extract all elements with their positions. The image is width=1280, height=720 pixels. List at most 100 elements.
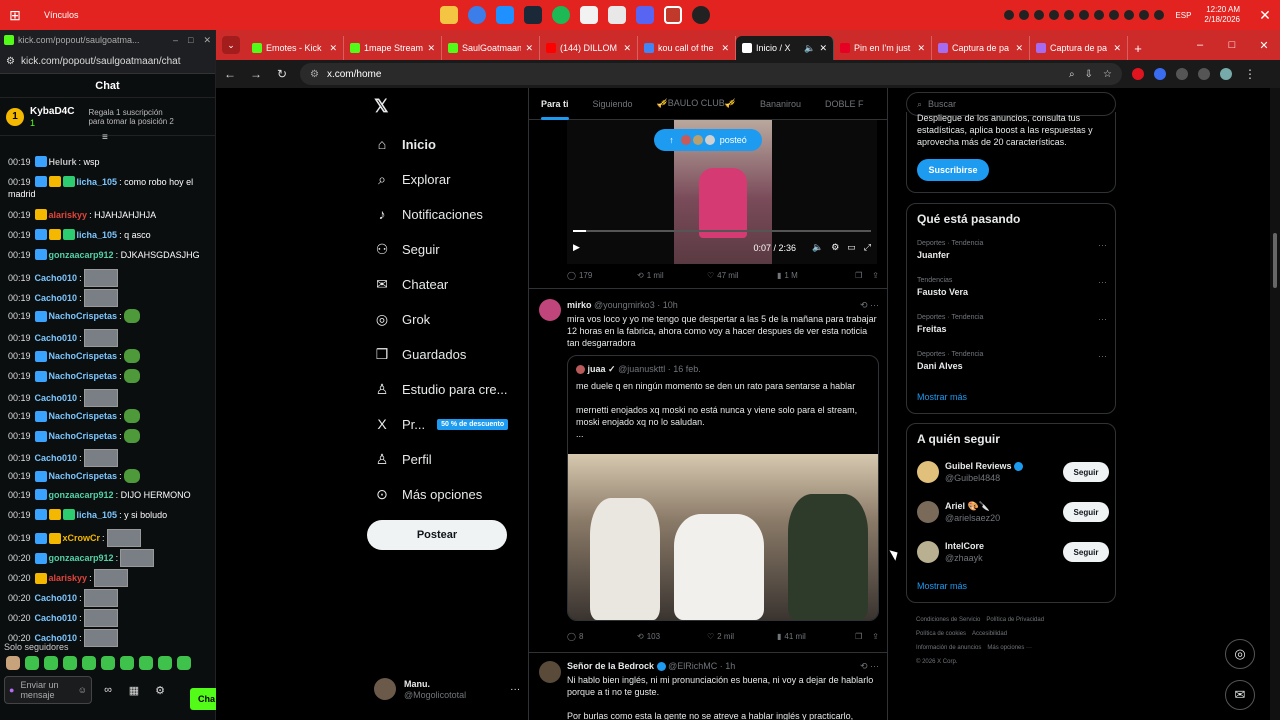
message-username[interactable]: licha_105: [77, 510, 118, 520]
trend-item[interactable]: Deportes · Tendencia Dani Alves ···: [917, 351, 1109, 371]
message-username[interactable]: NachoCrispetas: [49, 431, 118, 441]
subscribe-button[interactable]: Suscribirse: [917, 159, 989, 181]
extension-icon[interactable]: [1154, 68, 1166, 80]
post-author[interactable]: mirko: [567, 300, 592, 310]
message-username[interactable]: gonzaacarp912: [49, 250, 114, 260]
tray-app-icon[interactable]: [1109, 10, 1120, 20]
maximize-icon[interactable]: □: [188, 35, 193, 46]
nav-item-bell[interactable]: ♪ Notificaciones: [374, 206, 483, 222]
views-button[interactable]: ▮ 41 mil: [777, 632, 847, 641]
more-icon[interactable]: ⟲ ···: [860, 661, 879, 672]
emote-icon[interactable]: [158, 656, 172, 670]
account-switcher[interactable]: Manu. @Mogolicototal ···: [374, 678, 520, 700]
message-username[interactable]: Cacho010: [35, 273, 78, 283]
fullscreen-icon[interactable]: ⤢: [864, 242, 871, 253]
browser-tab[interactable]: Pin en I'm just ✕: [834, 36, 932, 60]
nav-item-x-logo[interactable]: X Pr... 50 % de descuento: [374, 416, 509, 432]
chrome-red-icon[interactable]: [664, 6, 682, 24]
emote-menu-icon[interactable]: ∞: [98, 680, 118, 700]
close-icon[interactable]: ✕: [1248, 30, 1280, 60]
message-username[interactable]: xCrowCr: [63, 533, 101, 543]
message-username[interactable]: alariskyy: [49, 573, 88, 583]
footer-link[interactable]: Accesibilidad: [972, 631, 1007, 637]
chat-send-button[interactable]: Cha: [190, 688, 216, 710]
footer-link[interactable]: Política de cookies: [916, 631, 966, 637]
back-icon[interactable]: ←: [222, 67, 238, 81]
more-icon[interactable]: ···: [510, 684, 520, 695]
messages-icon[interactable]: ✉: [1225, 680, 1255, 710]
emoji-icon[interactable]: ☺: [78, 685, 87, 695]
message-username[interactable]: Cacho010: [35, 333, 78, 343]
reply-button[interactable]: ◯ 8: [567, 632, 637, 641]
tray-app-icon[interactable]: [1064, 10, 1075, 20]
timeline-tab[interactable]: Para ti: [529, 88, 581, 120]
reply-button[interactable]: ◯ 179: [567, 271, 637, 280]
browser-tab[interactable]: Emotes - Kick ✕: [246, 36, 344, 60]
message-username[interactable]: NachoCrispetas: [49, 351, 118, 361]
share-icon[interactable]: ⇪: [872, 271, 879, 280]
minimize-icon[interactable]: –: [1184, 30, 1216, 60]
quote-image[interactable]: [568, 454, 878, 620]
settings-icon[interactable]: ⚙: [831, 242, 839, 253]
message-username[interactable]: licha_105: [77, 230, 118, 240]
reload-icon[interactable]: ↻: [274, 67, 290, 81]
follow-suggestion[interactable]: Guibel Reviews @Guibel4848 Seguir: [917, 460, 1109, 486]
steam-icon[interactable]: [524, 6, 542, 24]
scrollbar[interactable]: [1270, 88, 1280, 720]
browser-tab[interactable]: Captura de pa ✕: [1030, 36, 1128, 60]
follow-button[interactable]: Seguir: [1063, 502, 1109, 522]
more-icon[interactable]: ···: [1098, 240, 1107, 250]
browser-tab[interactable]: kou call of the ✕: [638, 36, 736, 60]
browser-tab[interactable]: 1mape Stream ✕: [344, 36, 442, 60]
wifi-icon[interactable]: [1139, 10, 1150, 20]
nav-item-follow[interactable]: ⚇ Seguir: [374, 241, 440, 257]
timeline-tab[interactable]: 🎺BAULO CLUB🎺: [645, 88, 748, 120]
browser-tab[interactable]: Captura de pa ✕: [932, 36, 1030, 60]
nav-item-bookmark[interactable]: ❒ Guardados: [374, 346, 467, 362]
windows-start-icon[interactable]: ⊞: [0, 0, 30, 30]
language-indicator[interactable]: ESP: [1175, 11, 1191, 20]
close-tab-icon[interactable]: ✕: [917, 43, 925, 54]
expand-icon[interactable]: ≡: [102, 132, 108, 143]
emote-icon[interactable]: [63, 656, 77, 670]
grok-icon[interactable]: ◎: [1225, 639, 1255, 669]
show-more-link[interactable]: Mostrar más: [917, 392, 967, 402]
more-icon[interactable]: ⟲ ···: [860, 300, 879, 311]
like-button[interactable]: ♡ 2 mil: [707, 632, 777, 641]
nav-item-studio[interactable]: ♙ Estudio para cre...: [374, 381, 508, 397]
discord-icon[interactable]: [636, 6, 654, 24]
edge-icon[interactable]: [496, 6, 514, 24]
like-button[interactable]: ♡ 47 mil: [707, 271, 777, 280]
nav-item-mail[interactable]: ✉ Chatear: [374, 276, 448, 292]
x-logo-icon[interactable]: 𝕏: [374, 96, 389, 117]
extension-icon[interactable]: [1132, 68, 1144, 80]
settings-icon[interactable]: ⚙: [150, 680, 170, 700]
avatar[interactable]: [917, 541, 939, 563]
pip-icon[interactable]: ▭: [847, 242, 856, 253]
avatar[interactable]: [539, 299, 561, 321]
spotify-icon[interactable]: [552, 6, 570, 24]
video-progress-bar[interactable]: [573, 230, 871, 232]
bookmark-icon[interactable]: ❒: [855, 271, 862, 280]
close-tab-icon[interactable]: ✕: [329, 43, 337, 54]
repost-button[interactable]: ⟲ 1 mil: [637, 271, 707, 280]
message-username[interactable]: NachoCrispetas: [49, 371, 118, 381]
close-tab-icon[interactable]: ✕: [1113, 43, 1121, 54]
message-username[interactable]: gonzaacarp912: [49, 490, 114, 500]
footer-link[interactable]: © 2026 X Corp.: [916, 659, 957, 665]
emote-icon[interactable]: [101, 656, 115, 670]
follow-button[interactable]: Seguir: [1063, 542, 1109, 562]
install-icon[interactable]: ⇩: [1085, 69, 1093, 80]
more-icon[interactable]: ···: [1098, 314, 1107, 324]
close-tab-icon[interactable]: ✕: [819, 43, 827, 54]
store-icon[interactable]: ▦: [124, 680, 144, 700]
chat-icon[interactable]: [608, 6, 626, 24]
zoom-icon[interactable]: ⌕: [1069, 69, 1075, 80]
emote-icon[interactable]: [6, 656, 20, 670]
post[interactable]: Señor de la Bedrock @ElRichMC · 1h ⟲ ···…: [529, 652, 887, 720]
browser-tab[interactable]: Inicio / X 🔈 ✕: [736, 36, 834, 60]
message-username[interactable]: Cacho010: [35, 613, 78, 623]
emote-icon[interactable]: [120, 656, 134, 670]
avatar[interactable]: [917, 461, 939, 483]
message-username[interactable]: alariskyy: [49, 210, 88, 220]
